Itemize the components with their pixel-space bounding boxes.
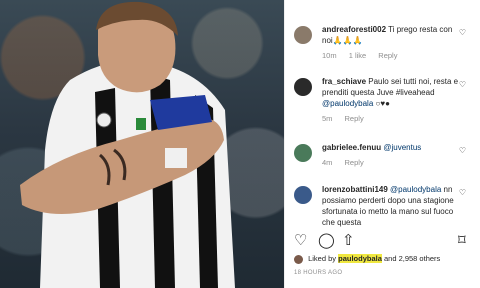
likes-summary: Liked by paulodybala and 2,958 others [294,254,480,264]
comment-mention[interactable]: @paulodybala [390,185,441,194]
comment-time: 5m [322,114,333,123]
avatar[interactable] [294,144,312,162]
like-comment-icon[interactable]: ♡ [459,28,466,37]
avatar[interactable] [294,26,312,44]
comment-icon[interactable]: ◯ [318,232,335,250]
like-comment-icon[interactable]: ♡ [459,146,466,155]
reply-button[interactable]: Reply [378,51,397,60]
reply-button[interactable]: Reply [345,114,364,123]
comment-user[interactable]: gabrielee.fenuu [322,143,381,152]
post-actions: ♡ ◯ ⇧ ⌑ [294,232,474,252]
post-photo[interactable] [0,0,284,288]
comment-emoji: ○♥● [375,99,390,108]
comment-user[interactable]: lorenzobattini149 [322,185,388,194]
avatar[interactable] [294,186,312,204]
comment-likes[interactable]: 1 like [349,51,367,60]
avatar [294,254,303,264]
player-figure [20,1,235,288]
comment-mention[interactable]: @paulodybala [322,99,373,108]
likes-prefix: Liked by [308,254,337,263]
share-icon[interactable]: ⇧ [342,232,355,250]
comment-user[interactable]: fra_schiave [322,77,366,86]
comment-mention[interactable]: @juventus [383,143,421,152]
avatar[interactable] [294,78,312,96]
likes-user[interactable]: paulodybala [338,254,382,263]
post-date: 18 HOURS AGO [294,270,343,276]
comment-meta: 10m 1 like Reply [322,50,462,61]
heart-icon[interactable]: ♡ [294,232,307,250]
comment-meta: 4m Reply [322,157,462,168]
likes-suffix[interactable]: and 2,958 others [384,254,440,263]
like-comment-icon[interactable]: ♡ [459,188,466,197]
comment-meta: 5m Reply [322,113,462,124]
bookmark-icon[interactable]: ⌑ [458,232,466,250]
comment-time: 4m [322,158,333,167]
comment-user[interactable]: andreaforesti002 [322,25,386,34]
like-comment-icon[interactable]: ♡ [459,80,466,89]
reply-button[interactable]: Reply [345,158,364,167]
comment-time: 10m [322,51,337,60]
